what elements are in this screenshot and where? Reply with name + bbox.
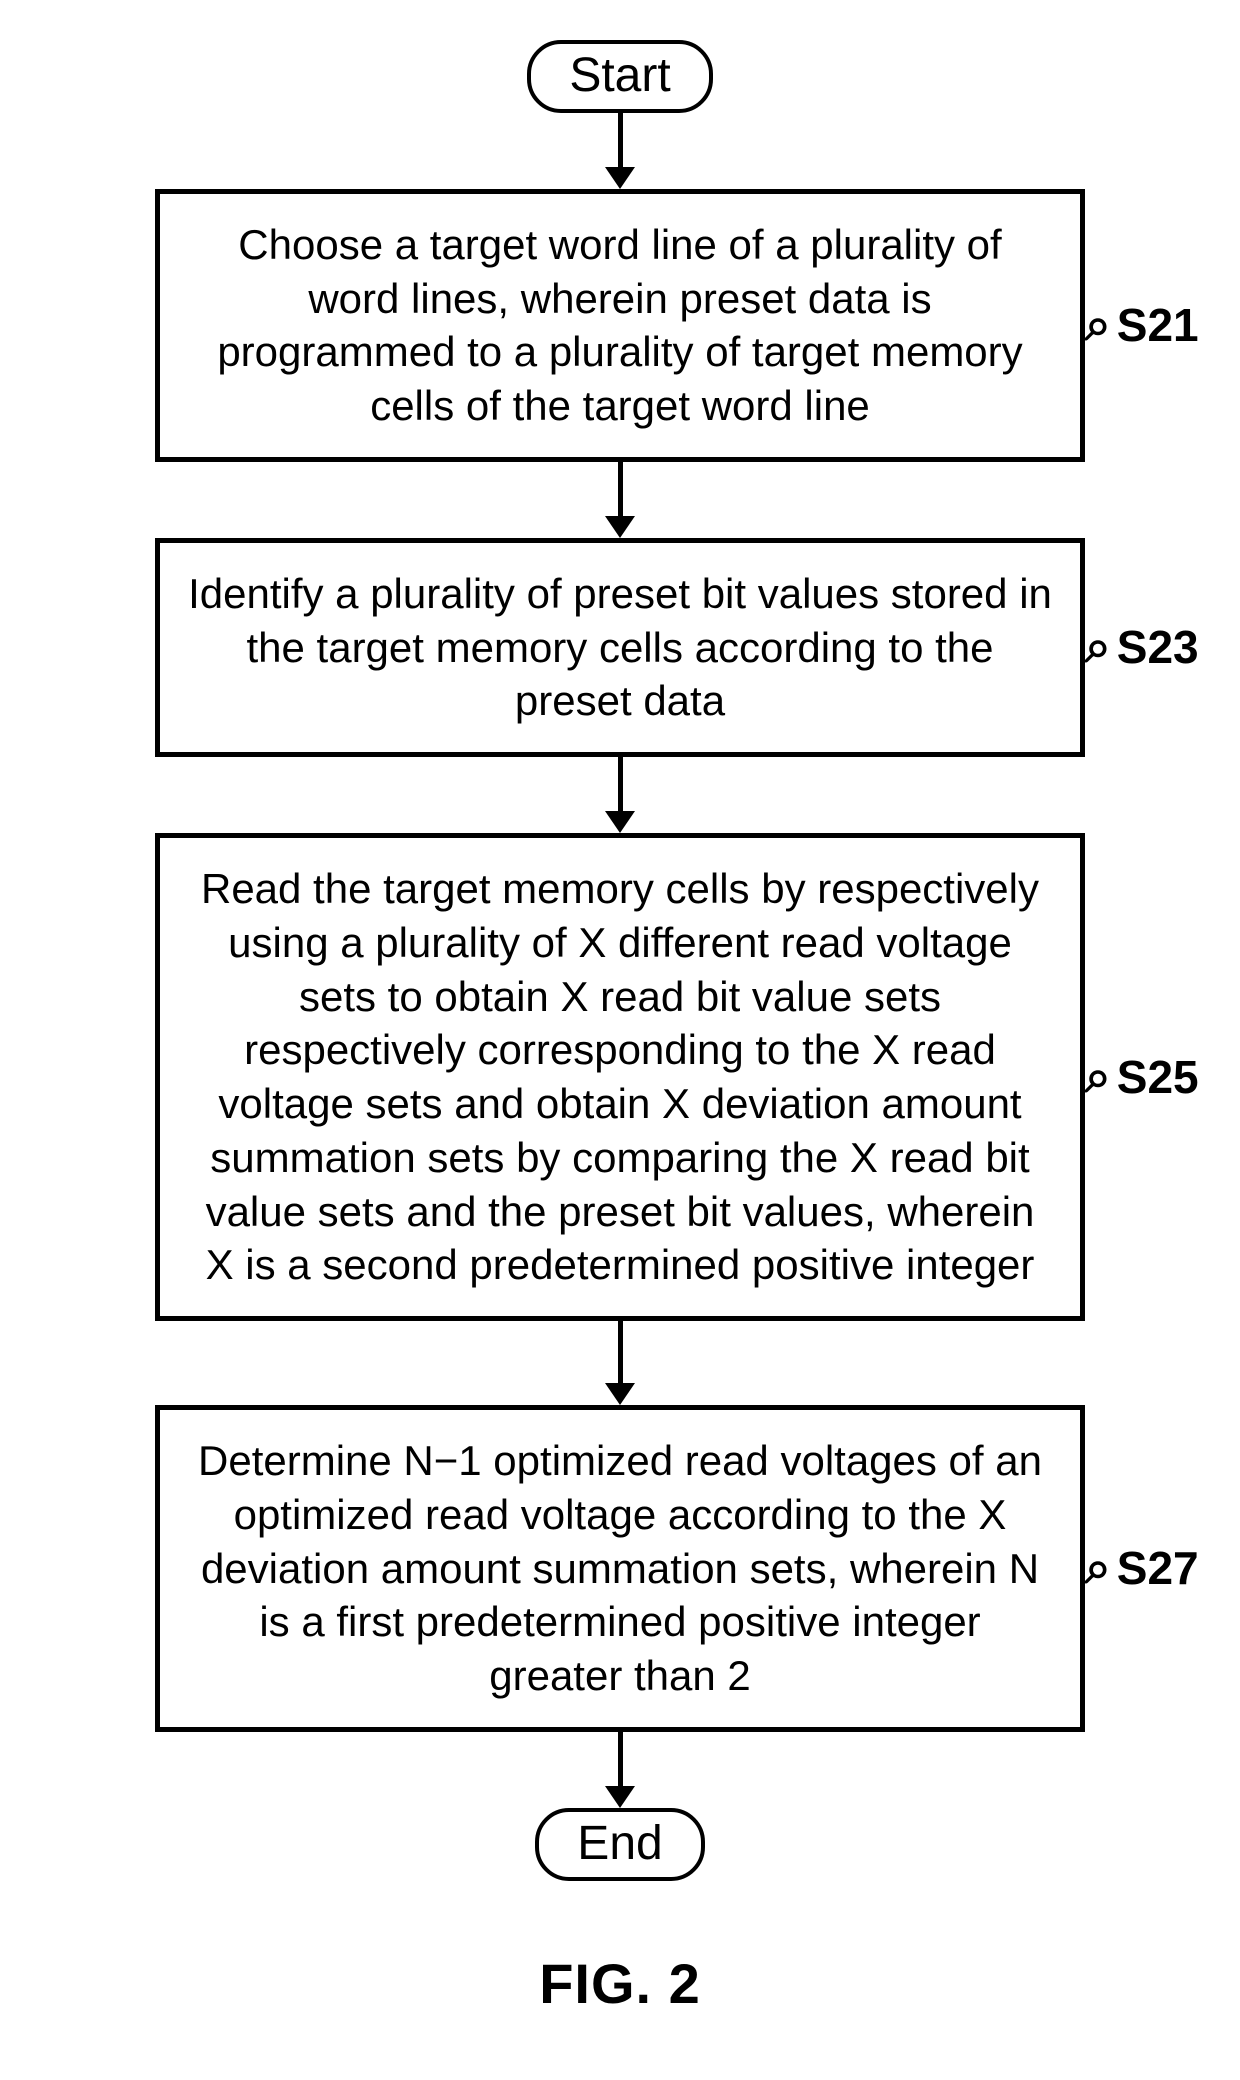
arrow-stem: [618, 1321, 623, 1383]
connector-icon: ⌕: [1085, 297, 1111, 353]
label-col: ⌕ S27: [1085, 1540, 1195, 1596]
arrow-s21-to-s23: [605, 462, 635, 538]
row-s23: Identify a plurality of preset bit value…: [40, 538, 1200, 757]
arrow-head-icon: [605, 811, 635, 833]
row-s25: Read the target memory cells by respecti…: [40, 833, 1200, 1321]
step-id-label: S25: [1117, 1050, 1199, 1104]
terminal-end: End: [535, 1808, 704, 1881]
step-text: Determine N−1 optimized read voltages of…: [198, 1437, 1042, 1699]
arrow-stem: [618, 462, 623, 516]
page: Start Choose a target word line of a plu…: [0, 0, 1240, 2076]
step-text: Read the target memory cells by respecti…: [201, 865, 1039, 1288]
arrow-s27-to-end: [605, 1732, 635, 1808]
connector-icon: ⌕: [1085, 1540, 1111, 1596]
label-col: ⌕ S23: [1085, 619, 1195, 675]
arrow-s23-to-s25: [605, 757, 635, 833]
label-col: ⌕ S25: [1085, 1049, 1195, 1105]
arrow-stem: [618, 1732, 623, 1786]
terminal-start: Start: [527, 40, 712, 113]
step-box-s21: Choose a target word line of a plurality…: [155, 189, 1085, 462]
arrow-start-to-s21: [605, 113, 635, 189]
step-id-label: S23: [1117, 620, 1199, 674]
arrow-s25-to-s27: [605, 1321, 635, 1405]
arrow-stem: [618, 113, 623, 167]
flowchart: Start Choose a target word line of a plu…: [40, 40, 1200, 1881]
figure-caption: FIG. 2: [40, 1951, 1200, 2016]
step-text: Identify a plurality of preset bit value…: [188, 570, 1052, 725]
arrow-stem: [618, 757, 623, 811]
step-id-label: S21: [1117, 298, 1199, 352]
step-box-s23: Identify a plurality of preset bit value…: [155, 538, 1085, 757]
row-s27: Determine N−1 optimized read voltages of…: [40, 1405, 1200, 1732]
arrow-head-icon: [605, 167, 635, 189]
arrow-head-icon: [605, 1383, 635, 1405]
step-box-s25: Read the target memory cells by respecti…: [155, 833, 1085, 1321]
step-text: Choose a target word line of a plurality…: [217, 221, 1022, 429]
figure-caption-text: FIG. 2: [539, 1952, 701, 2015]
terminal-start-label: Start: [569, 49, 670, 102]
terminal-end-label: End: [577, 1817, 662, 1870]
step-id-label: S27: [1117, 1541, 1199, 1595]
arrow-head-icon: [605, 1786, 635, 1808]
arrow-head-icon: [605, 516, 635, 538]
connector-icon: ⌕: [1085, 619, 1111, 675]
connector-icon: ⌕: [1085, 1049, 1111, 1105]
step-box-s27: Determine N−1 optimized read voltages of…: [155, 1405, 1085, 1732]
row-s21: Choose a target word line of a plurality…: [40, 189, 1200, 462]
label-col: ⌕ S21: [1085, 297, 1195, 353]
